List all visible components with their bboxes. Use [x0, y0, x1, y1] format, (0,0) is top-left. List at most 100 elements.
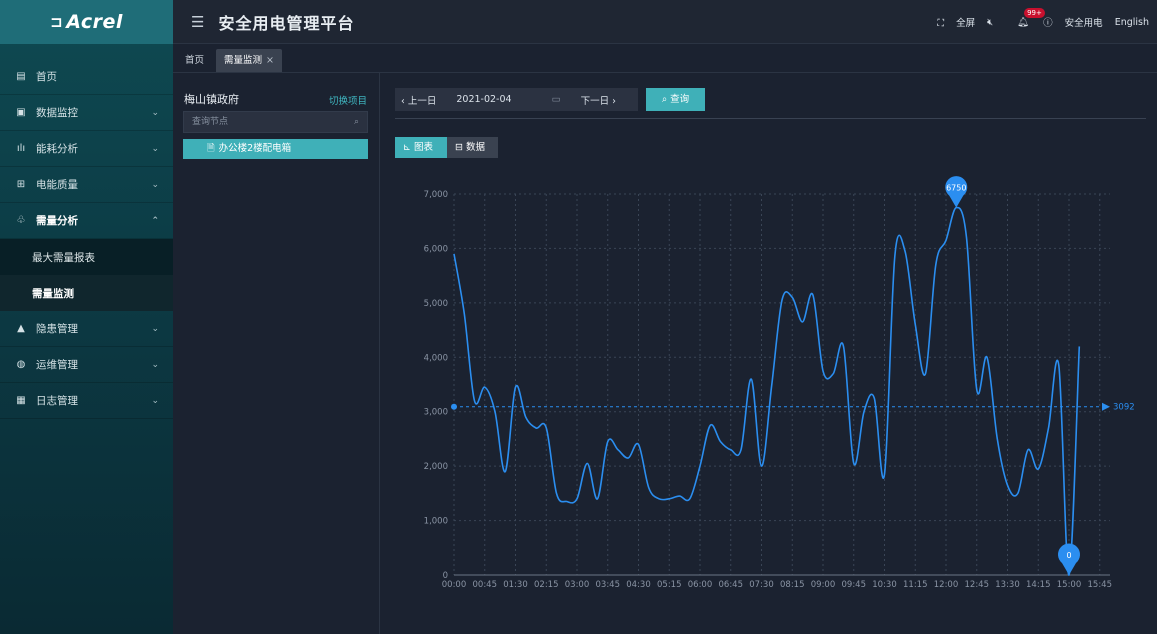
x-tick-label: 00:00 — [442, 580, 467, 590]
chevron-down-icon: ⌄ — [151, 395, 159, 406]
series-line — [453, 206, 1081, 576]
sidebar-subitem-max-demand-report[interactable]: 最大需量报表 — [0, 239, 173, 275]
chevron-down-icon: ⌄ — [151, 359, 159, 370]
next-day-button[interactable]: 下一日 › — [581, 93, 616, 107]
chevron-down-icon: ⌄ — [151, 179, 159, 190]
sidebar-item-energy-analysis[interactable]: ılı 能耗分析 ⌄ — [0, 131, 173, 167]
max-marker-label: 6750 — [946, 184, 966, 193]
node-search-input[interactable]: 查询节点 ⌕ — [183, 111, 368, 133]
prev-day-button[interactable]: ‹ 上一日 — [401, 93, 436, 107]
sidebar: ⊐ Acrel ▤ 首页 ▣ 数据监控 ⌄ ılı 能耗分析 ⌄ ⊞ 电能质量 ⌄ ♧ 需量分析 ⌃… — [0, 0, 173, 634]
sidebar-item-ops[interactable]: ◍ 运维管理 ⌄ — [0, 347, 173, 383]
x-tick-label: 14:15 — [1026, 580, 1051, 590]
tab-data-view[interactable]: ⊟ 数据 — [447, 137, 498, 158]
x-tick-label: 07:30 — [749, 580, 774, 590]
y-tick-label: 2,000 — [424, 462, 448, 472]
project-name: 梅山镇政府 — [184, 93, 239, 106]
sidebar-menu: ▤ 首页 ▣ 数据监控 ⌄ ılı 能耗分析 ⌄ ⊞ 电能质量 ⌄ ♧ 需量分析 ⌃ 最大需量报表… — [0, 59, 173, 419]
query-button[interactable]: ⌕ 查询 — [646, 88, 705, 111]
sidebar-item-demand-analysis[interactable]: ♧ 需量分析 ⌃ — [0, 203, 173, 239]
app-title: 安全用电管理平台 — [218, 13, 355, 33]
sidebar-item-hazard[interactable]: ▲ 隐患管理 ⌄ — [0, 311, 173, 347]
x-tick-label: 01:30 — [503, 580, 528, 590]
chevron-down-icon: ⌄ — [151, 107, 159, 118]
x-tick-label: 15:45 — [1088, 580, 1113, 590]
page-tabs: 首页 需量监测 × — [173, 45, 1157, 73]
log-icon: ▦ — [16, 395, 26, 406]
x-tick-label: 12:45 — [965, 580, 990, 590]
sidebar-item-power-quality[interactable]: ⊞ 电能质量 ⌄ — [0, 167, 173, 203]
x-tick-label: 04:30 — [626, 580, 651, 590]
y-tick-label: 5,000 — [424, 299, 448, 309]
globe-icon: ◍ — [16, 359, 26, 370]
notification-badge: 99+ — [1024, 7, 1045, 18]
table-icon: ⊟ — [455, 142, 463, 153]
tab-demand-monitor[interactable]: 需量监测 × — [216, 49, 282, 72]
help-icon[interactable]: ⓘ — [1043, 15, 1053, 29]
date-navigator: ‹ 上一日 2021-02-04 ▭ 下一日 › — [395, 88, 638, 111]
notification-button[interactable]: 🔔︎ 99+ — [1005, 7, 1045, 28]
x-tick-label: 09:00 — [811, 580, 836, 590]
x-tick-label: 02:15 — [534, 580, 559, 590]
fullscreen-button[interactable]: ⛶ 全屏 — [925, 15, 975, 29]
tab-chart-view[interactable]: ⊾ 图表 — [395, 137, 447, 158]
x-tick-label: 15:00 — [1057, 580, 1082, 590]
close-icon[interactable]: × — [266, 55, 274, 66]
sidebar-item-home[interactable]: ▤ 首页 — [0, 59, 173, 95]
x-tick-label: 03:00 — [565, 580, 590, 590]
demand-line-chart: 0 1,000 2,000 3,000 4,000 5,000 6,000 7,000 00:0… — [424, 176, 1135, 590]
file-icon: 🗎︎ — [207, 143, 215, 154]
monitor-icon: ▣ — [16, 107, 26, 118]
top-right-tools: ⛶ 全屏 🔇︎ 🔔︎ 99+ ⓘ 安全用电 English — [913, 0, 1149, 44]
sidebar-item-logs[interactable]: ▦ 日志管理 ⌄ — [0, 383, 173, 419]
x-tick-label: 08:15 — [780, 580, 805, 590]
node-panel: 梅山镇政府 切换项目 查询节点 ⌕ 🗎︎ 办公楼2楼配电箱 — [173, 73, 380, 634]
warning-icon: ▲ — [17, 323, 25, 334]
bell-icon: 🔔︎ — [1017, 16, 1030, 28]
sidebar-item-data-monitor[interactable]: ▣ 数据监控 ⌄ — [0, 95, 173, 131]
x-tick-label: 12:00 — [934, 580, 959, 590]
average-arrow — [1102, 402, 1110, 411]
y-tick-label: 3,000 — [424, 408, 448, 418]
home-icon: ▤ — [16, 71, 26, 82]
y-tick-label: 1,000 — [424, 517, 448, 527]
user-menu[interactable]: 安全用电 — [1065, 15, 1103, 29]
chevron-up-icon: ⌃ — [151, 215, 159, 226]
search-icon: ⌕ — [661, 94, 668, 105]
average-start-dot — [451, 403, 457, 410]
x-tick-label: 13:30 — [995, 580, 1020, 590]
x-tick-label: 09:45 — [842, 580, 867, 590]
calendar-icon: ⊞ — [16, 179, 26, 190]
x-tick-label: 00:45 — [473, 580, 498, 590]
tab-home[interactable]: 首页 — [177, 49, 212, 72]
y-tick-label: 7,000 — [424, 190, 448, 200]
switch-project-link[interactable]: 切换项目 — [329, 93, 367, 107]
average-label: 3092 — [1113, 403, 1135, 413]
bar-chart-icon: ılı — [16, 143, 26, 154]
chevron-right-icon: › — [612, 95, 616, 107]
tree-node-selected[interactable]: 🗎︎ 办公楼2楼配电箱 — [183, 139, 368, 159]
x-tick-label: 03:45 — [596, 580, 621, 590]
menu-toggle-icon[interactable]: ☰ — [191, 13, 204, 31]
top-bar: ☰ 安全用电管理平台 ⛶ 全屏 🔇︎ 🔔︎ 99+ ⓘ 安全用电 English — [173, 0, 1157, 44]
x-tick-label: 11:15 — [903, 580, 928, 590]
y-tick-label: 6,000 — [424, 244, 448, 254]
x-tick-label: 05:15 — [657, 580, 682, 590]
logo: ⊐ Acrel — [0, 0, 173, 44]
x-tick-label: 06:45 — [719, 580, 744, 590]
search-icon[interactable]: ⌕ — [354, 112, 359, 132]
min-marker-label: 0 — [1066, 551, 1071, 560]
language-switch[interactable]: English — [1115, 17, 1149, 28]
x-tick-label: 10:30 — [872, 580, 897, 590]
logo-mark-icon: ⊐ — [50, 13, 64, 31]
fullscreen-icon: ⛶ — [937, 18, 945, 29]
chevron-down-icon: ⌄ — [151, 143, 159, 154]
chevron-down-icon: ⌄ — [151, 323, 159, 334]
x-tick-label: 06:00 — [688, 580, 713, 590]
line-chart-icon: ⊾ — [403, 142, 411, 153]
date-input[interactable]: 2021-02-04 — [456, 94, 511, 105]
sidebar-subitem-demand-monitor[interactable]: 需量监测 — [0, 275, 173, 311]
calendar-icon[interactable]: ▭ — [552, 94, 561, 105]
mute-icon[interactable]: 🔇︎ — [987, 17, 993, 28]
divider — [395, 118, 1146, 119]
